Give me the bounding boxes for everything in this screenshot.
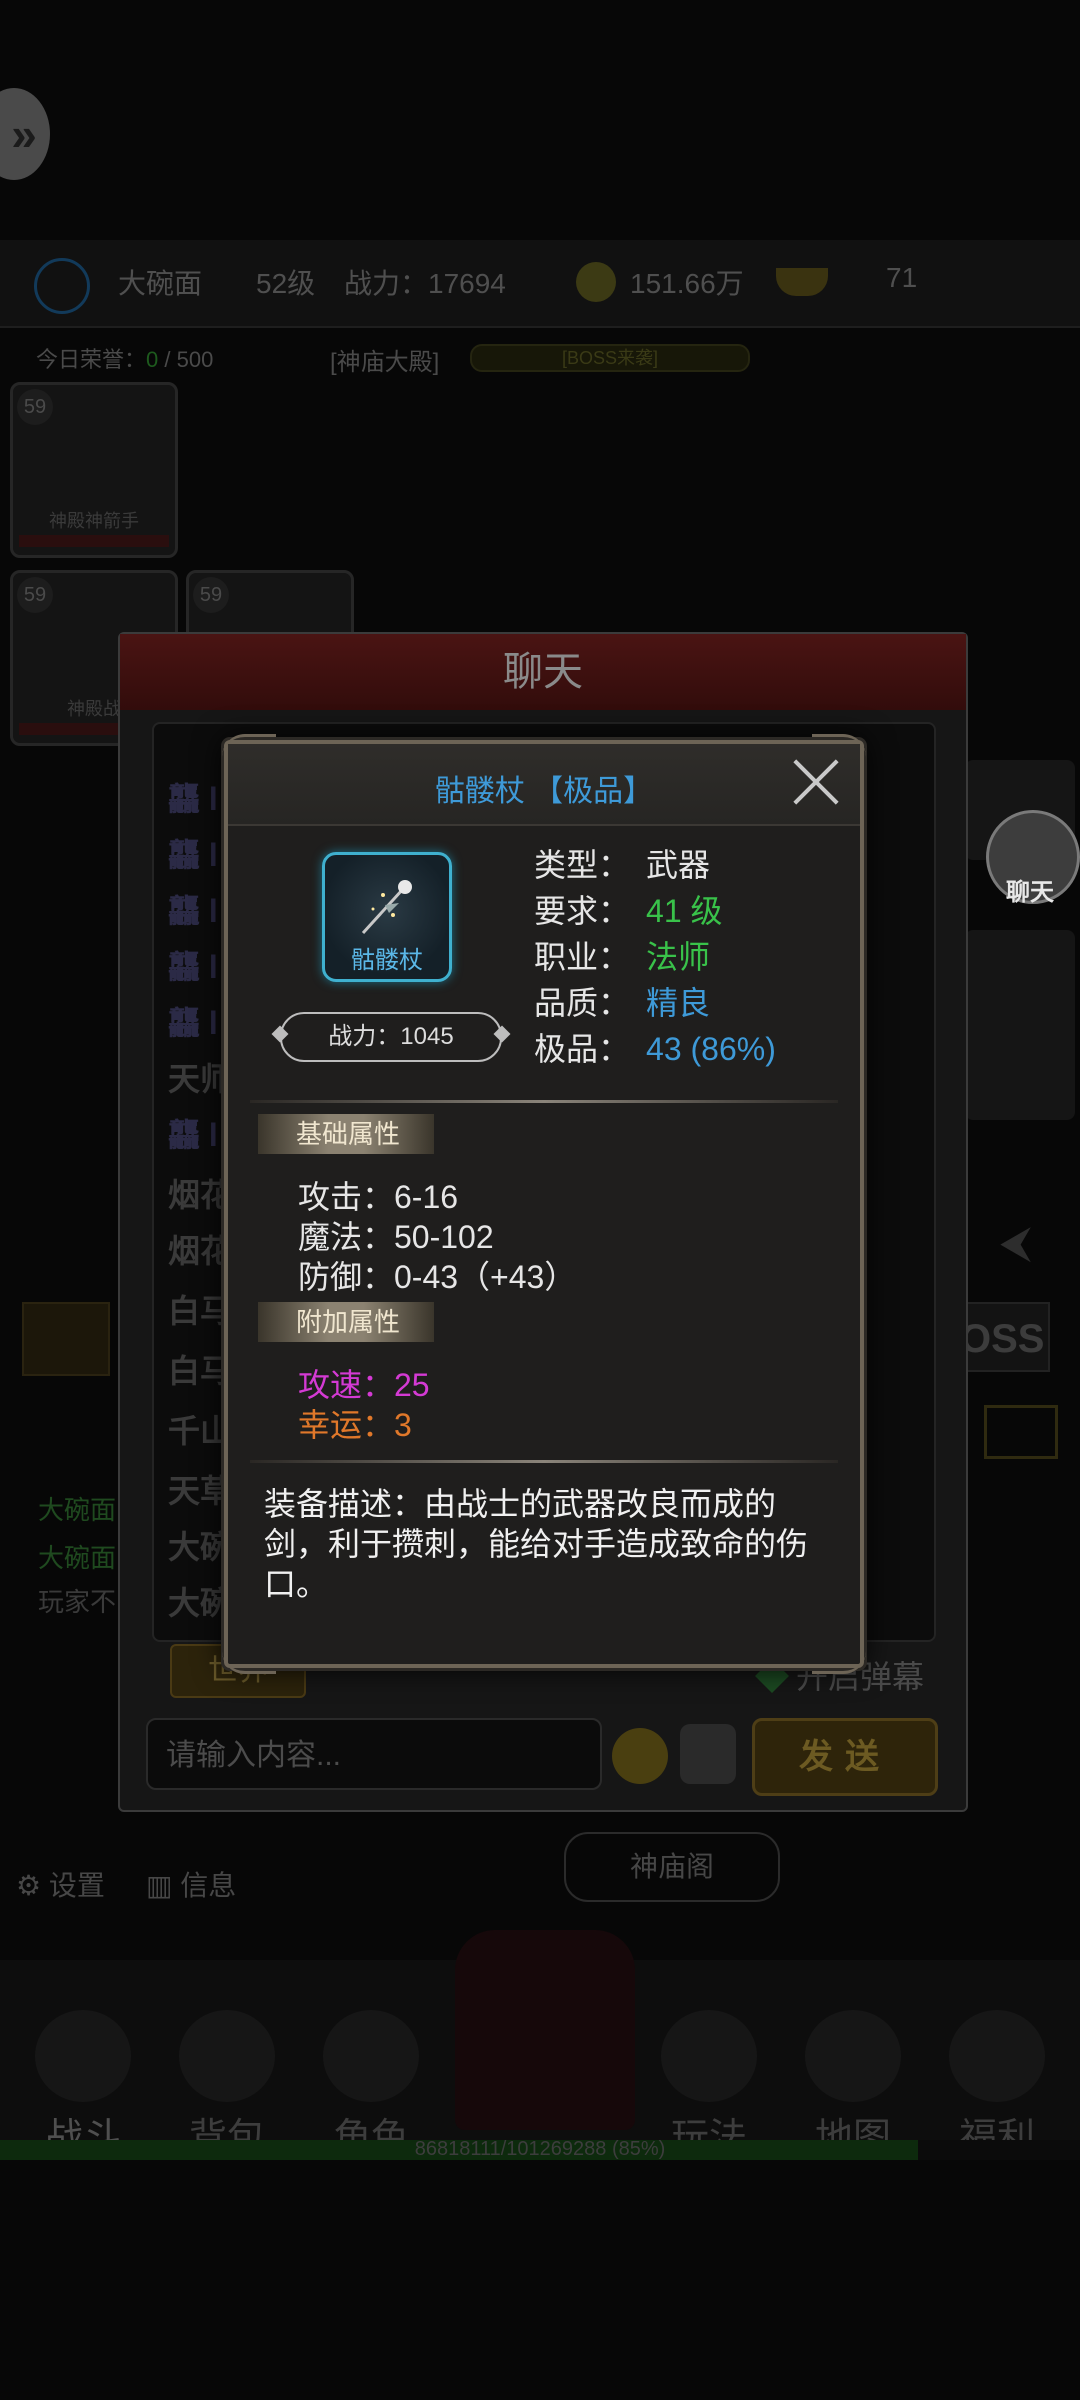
nav-character[interactable]: 角色 xyxy=(312,2010,430,2159)
attr-type: 类型： 武器 xyxy=(534,847,711,883)
divider xyxy=(250,1460,838,1463)
log-line: 玩家不 xyxy=(38,1587,117,1617)
exp-text: 86818111/101269288 (85%) xyxy=(414,2138,666,2160)
location-label: [神庙大殿] xyxy=(330,349,440,376)
attr-quality: 品质： 精良 xyxy=(534,985,711,1021)
item-icon-slot[interactable]: 骷髅杖 xyxy=(322,852,452,982)
gold-coin-icon xyxy=(576,262,616,302)
chat-message[interactable]: 白马 xyxy=(168,1286,232,1332)
close-icon[interactable] xyxy=(790,756,842,808)
boss-button[interactable]: OSS xyxy=(958,1302,1050,1372)
chat-message[interactable]: 龘 l xyxy=(168,830,218,876)
chat-message[interactable]: 白马 xyxy=(168,1346,232,1392)
attr-superior: 极品： 43 (86%) xyxy=(534,1031,776,1067)
nav-battle[interactable]: 战斗 xyxy=(24,2010,142,2159)
bag-icon xyxy=(179,2010,275,2102)
item-combat-power: 战力：1045 xyxy=(280,1012,502,1062)
log-line: 大碗面 xyxy=(38,1543,117,1573)
chat-message[interactable]: 龘 l xyxy=(168,998,218,1044)
chat-message[interactable]: 大碗 xyxy=(168,1578,232,1624)
nav-map[interactable]: 地图 xyxy=(794,2010,912,2159)
nav-gameplay[interactable]: 玩法 xyxy=(650,2010,768,2159)
nav-welfare[interactable]: 福利 xyxy=(938,2010,1056,2159)
map-icon xyxy=(805,2010,901,2102)
settings-button[interactable]: ⚙ 设置 xyxy=(16,1864,105,1904)
chat-message[interactable]: 龘 l xyxy=(168,1110,218,1156)
item-description: 装备描述：由战士的武器改良而成的剑，利于攒刺，能给对手造成致命的伤口。 xyxy=(264,1486,809,1602)
ingot-amount: 71 xyxy=(886,262,918,293)
emoji-icon[interactable] xyxy=(612,1728,668,1784)
chat-message[interactable]: 烟花 xyxy=(168,1226,232,1272)
stat-luck: 幸运：3 xyxy=(298,1407,412,1443)
chat-fab-label[interactable]: 聊天 xyxy=(986,872,1074,907)
collapse-arrow-icon[interactable]: ⮜ xyxy=(1000,1218,1031,1268)
info-button[interactable]: ▥ 信息 xyxy=(146,1864,236,1904)
chat-message[interactable]: 烟花 xyxy=(168,1170,232,1216)
chat-message[interactable]: 龘 l xyxy=(168,942,218,988)
item-icon-label: 骷髅杖 xyxy=(351,947,423,974)
boss-progress-bar: [BOSS来袭] xyxy=(470,344,750,372)
player-status-bar: 大碗面 52级 战力：17694 151.66万 71 xyxy=(0,240,1080,328)
gameplay-icon xyxy=(661,2010,757,2102)
attr-requirement: 要求： 41 级 xyxy=(534,893,723,929)
chat-message[interactable]: 龘 l xyxy=(168,886,218,932)
attr-class: 职业： 法师 xyxy=(534,939,711,975)
mail-icon[interactable] xyxy=(984,1405,1058,1459)
chat-message[interactable]: 龘 l xyxy=(168,774,218,820)
info-icon: ▥ xyxy=(146,1870,181,1901)
side-boss-panel[interactable] xyxy=(965,930,1075,1120)
temple-pavilion-button[interactable]: 神庙阁 xyxy=(564,1832,780,1902)
daily-honor: 今日荣誉：0 / 500 xyxy=(36,347,214,372)
stat-defense: 防御：0-43（+43） xyxy=(298,1259,577,1295)
character-icon xyxy=(323,2010,419,2102)
extra-attributes-header: 附加属性 xyxy=(258,1302,434,1342)
gear-icon: ⚙ xyxy=(16,1870,49,1901)
swords-icon xyxy=(35,2010,131,2102)
hp-mp-orb[interactable] xyxy=(455,1930,635,2130)
staff-icon xyxy=(361,880,412,935)
item-title: 骷髅杖 【极品】 xyxy=(434,775,654,808)
item-share-icon[interactable] xyxy=(680,1724,736,1784)
back-button[interactable]: » xyxy=(0,88,50,180)
gold-amount: 151.66万 xyxy=(630,268,744,299)
player-combat-power: 战力：17694 xyxy=(344,268,506,299)
class-emblem-icon xyxy=(34,258,90,314)
chest-icon xyxy=(949,2010,1045,2102)
monster-card[interactable]: 59 神殿神箭手 xyxy=(10,382,178,558)
log-line: 大碗面 xyxy=(38,1495,117,1525)
send-button[interactable]: 发送 xyxy=(752,1718,938,1796)
player-level: 52级 xyxy=(256,268,316,299)
guild-emblem-icon[interactable] xyxy=(22,1302,110,1376)
ingot-icon xyxy=(776,268,828,296)
item-tooltip-header: 骷髅杖 【极品】 xyxy=(228,744,860,826)
chat-message[interactable]: 千山 xyxy=(168,1406,232,1452)
chat-title: 聊天 xyxy=(120,634,966,710)
chat-message[interactable]: 大碗 xyxy=(168,1522,232,1568)
item-tooltip: 骷髅杖 【极品】 骷髅杖 战力：1045 类型： 武器 要求： 41 级 职业： 法师… xyxy=(222,734,866,1674)
divider xyxy=(250,1100,838,1103)
player-name: 大碗面 xyxy=(118,268,203,299)
double-chevron-icon: » xyxy=(11,108,37,160)
nav-bag[interactable]: 背包 xyxy=(168,2010,286,2159)
basic-attributes-header: 基础属性 xyxy=(258,1114,434,1154)
chat-message[interactable]: 天师 xyxy=(168,1054,232,1100)
chat-input[interactable]: 请输入内容... xyxy=(146,1718,602,1790)
chat-message[interactable]: 天草 xyxy=(168,1466,232,1512)
